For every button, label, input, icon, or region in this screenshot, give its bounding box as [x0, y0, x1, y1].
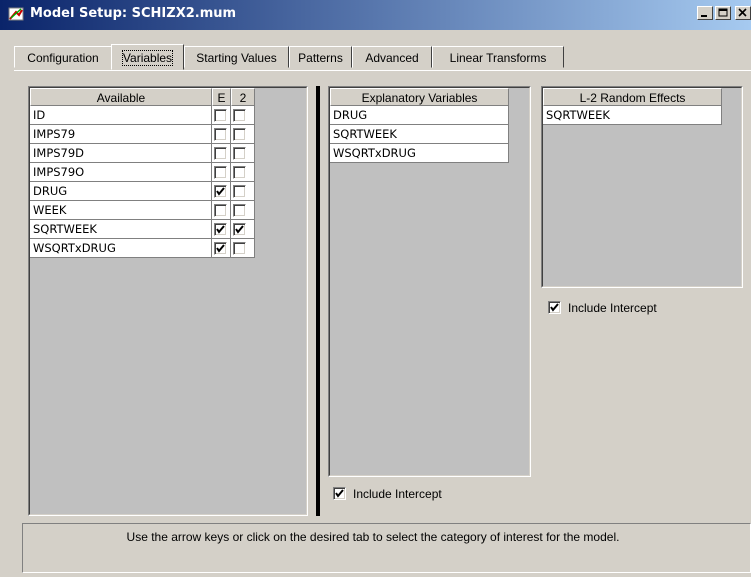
- explanatory-checkbox[interactable]: [214, 185, 227, 198]
- minimize-icon[interactable]: [697, 6, 713, 20]
- explanatory-variable-row[interactable]: SQRTWEEK: [330, 125, 509, 144]
- explanatory-checkbox[interactable]: [214, 109, 227, 122]
- level2-checkbox[interactable]: [233, 128, 246, 141]
- explanatory-intercept-label: Include Intercept: [353, 487, 442, 501]
- e-cell: [212, 125, 231, 144]
- explanatory-intercept-checkbox[interactable]: [333, 487, 346, 500]
- e-cell: [212, 220, 231, 239]
- e-cell: [212, 201, 231, 220]
- close-icon[interactable]: [735, 6, 751, 20]
- tab-configuration[interactable]: Configuration: [14, 46, 112, 68]
- e-cell: [212, 239, 231, 258]
- level2-cell: [231, 239, 255, 258]
- tab-patterns[interactable]: Patterns: [289, 46, 352, 68]
- level2-checkbox[interactable]: [233, 109, 246, 122]
- status-box: Use the arrow keys or click on the desir…: [22, 523, 751, 573]
- explanatory-checkbox[interactable]: [214, 147, 227, 160]
- level2-cell: [231, 125, 255, 144]
- explanatory-checkbox[interactable]: [214, 128, 227, 141]
- level2-cell: [231, 182, 255, 201]
- window-title: Model Setup: SCHIZX2.mum: [30, 6, 237, 21]
- explanatory-checkbox[interactable]: [214, 223, 227, 236]
- level2-cell: [231, 201, 255, 220]
- panel-divider: [316, 86, 320, 516]
- available-header[interactable]: Available: [30, 88, 212, 106]
- available-variable-row[interactable]: ID: [30, 106, 212, 125]
- available-variable-row[interactable]: DRUG: [30, 182, 212, 201]
- explanatory-panel: Explanatory Variables DRUG SQRTWEEK WSQRTx…: [328, 86, 531, 477]
- level2-cell: [231, 106, 255, 125]
- maximize-icon[interactable]: [715, 6, 731, 20]
- random-effect-row[interactable]: SQRTWEEK: [543, 106, 722, 125]
- e-header[interactable]: E: [212, 88, 231, 106]
- status-text: Use the arrow keys or click on the desir…: [126, 530, 620, 544]
- level2-checkbox[interactable]: [233, 147, 246, 160]
- available-variable-row[interactable]: IMPS79: [30, 125, 212, 144]
- available-variable-row[interactable]: IMPS79D: [30, 144, 212, 163]
- explanatory-variable-row[interactable]: DRUG: [330, 106, 509, 125]
- e-cell: [212, 106, 231, 125]
- app-icon: [8, 7, 24, 21]
- e-cell: [212, 163, 231, 182]
- level2-checkbox[interactable]: [233, 185, 246, 198]
- explanatory-checkbox[interactable]: [214, 166, 227, 179]
- title-bar[interactable]: Model Setup: SCHIZX2.mum: [0, 0, 751, 30]
- explanatory-checkbox[interactable]: [214, 204, 227, 217]
- available-variable-row[interactable]: IMPS79O: [30, 163, 212, 182]
- tab-variables[interactable]: Variables: [111, 44, 184, 70]
- available-variable-row[interactable]: SQRTWEEK: [30, 220, 212, 239]
- tab-advanced[interactable]: Advanced: [352, 46, 432, 68]
- explanatory-checkbox[interactable]: [214, 242, 227, 255]
- available-panel: Available E 2 ID IMPS79 IMPS79D IMPS79O DRUG…: [28, 86, 308, 516]
- level2-cell: [231, 220, 255, 239]
- tab-linear-transforms[interactable]: Linear Transforms: [432, 46, 564, 68]
- level2-cell: [231, 144, 255, 163]
- level2-checkbox[interactable]: [233, 242, 246, 255]
- level2-checkbox[interactable]: [233, 204, 246, 217]
- level2-checkbox[interactable]: [233, 223, 246, 236]
- e-cell: [212, 144, 231, 163]
- level2-checkbox[interactable]: [233, 166, 246, 179]
- random-effects-panel: L-2 Random Effects SQRTWEEK: [541, 86, 743, 288]
- random-intercept-label: Include Intercept: [568, 301, 657, 315]
- e-cell: [212, 182, 231, 201]
- level2-cell: [231, 163, 255, 182]
- tab-starting-values[interactable]: Starting Values: [184, 46, 289, 68]
- random-intercept-checkbox[interactable]: [548, 301, 561, 314]
- explanatory-variable-row[interactable]: WSQRTxDRUG: [330, 144, 509, 163]
- random-effects-header[interactable]: L-2 Random Effects: [543, 88, 722, 106]
- explanatory-header[interactable]: Explanatory Variables: [330, 88, 509, 106]
- available-variable-row[interactable]: WSQRTxDRUG: [30, 239, 212, 258]
- available-variable-row[interactable]: WEEK: [30, 201, 212, 220]
- level2-header[interactable]: 2: [231, 88, 255, 106]
